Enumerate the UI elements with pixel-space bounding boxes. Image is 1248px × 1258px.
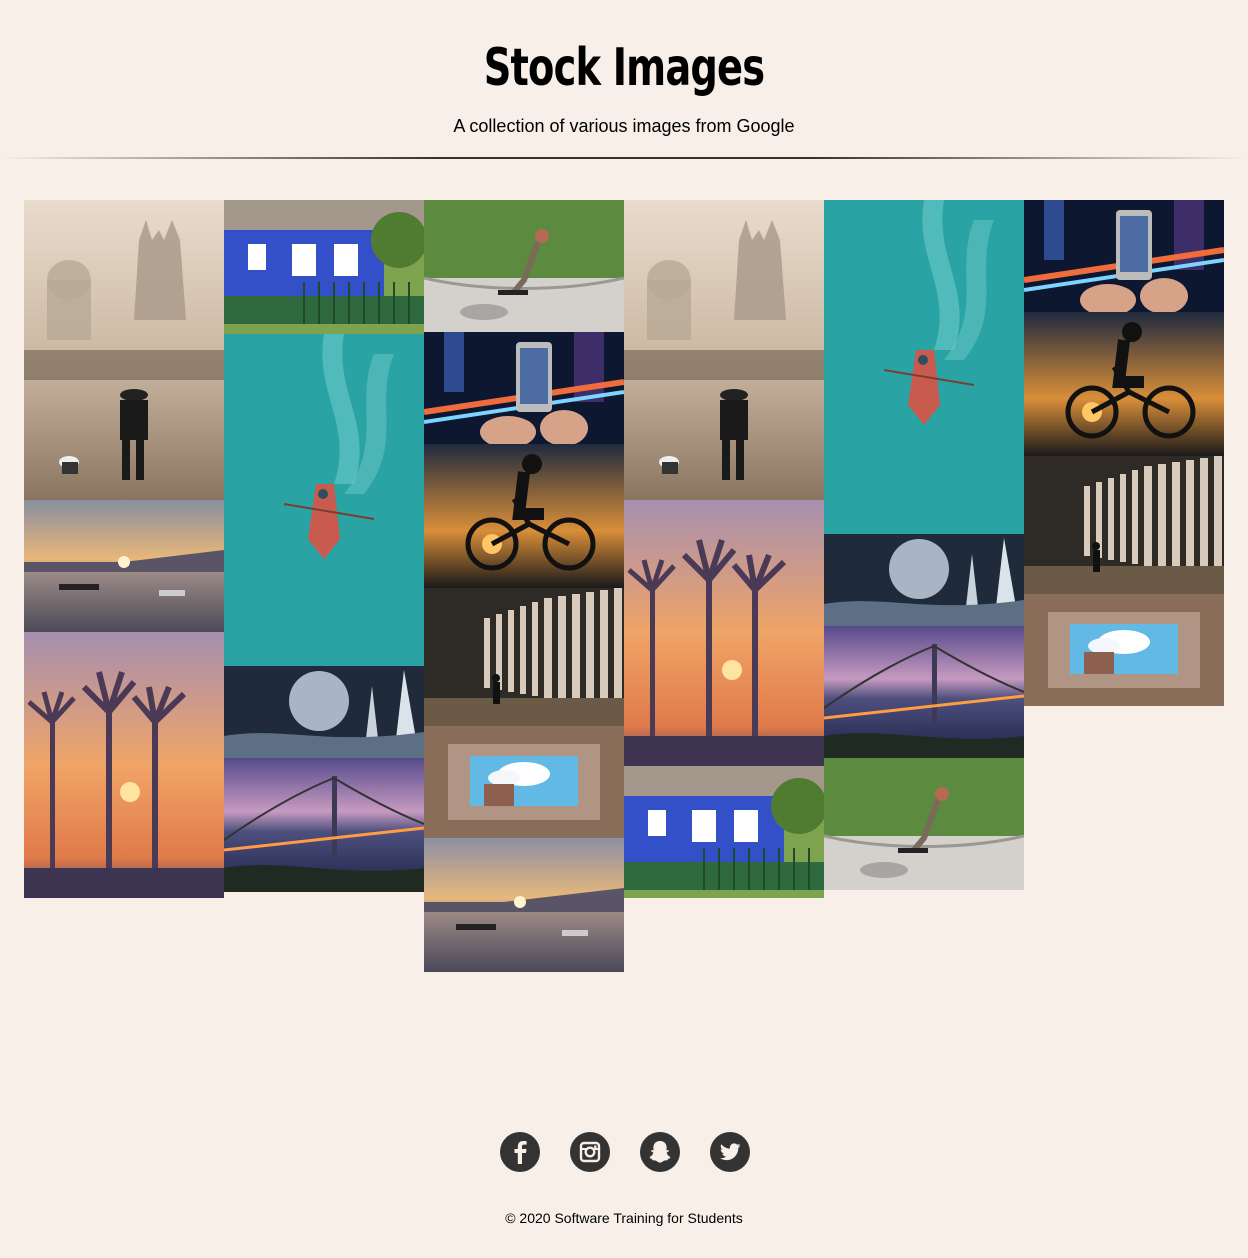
image-gallery [24, 200, 1224, 980]
moon-over-frozen-spires-photo[interactable] [824, 534, 1024, 626]
twitter-icon[interactable] [710, 1132, 750, 1172]
person-in-lit-corridor-photo[interactable] [1024, 456, 1224, 594]
rowboat-in-teal-water-photo[interactable] [824, 200, 1024, 534]
palm-trees-sunset-photo[interactable] [24, 632, 224, 898]
city-street-with-dog-photo[interactable] [624, 200, 824, 500]
skateboarder-in-bowl-photo[interactable] [824, 758, 1024, 890]
cyclist-silhouette-sunset-photo[interactable] [424, 444, 624, 588]
phone-capturing-city-lights-photo[interactable] [424, 332, 624, 444]
suspension-bridge-dusk-photo[interactable] [224, 758, 424, 892]
blue-thatched-cottage-photo[interactable] [624, 766, 824, 898]
site-header: Stock Images A collection of various ima… [0, 0, 1248, 160]
rowboat-in-teal-water-photo[interactable] [224, 334, 424, 666]
cyclist-silhouette-sunset-photo[interactable] [1024, 312, 1224, 456]
moon-over-frozen-spires-photo[interactable] [224, 666, 424, 758]
header-divider [0, 157, 1248, 159]
blue-thatched-cottage-photo[interactable] [224, 200, 424, 334]
page-title: Stock Images [483, 38, 765, 98]
instagram-icon[interactable] [570, 1132, 610, 1172]
palm-trees-sunset-photo[interactable] [624, 500, 824, 766]
suspension-bridge-dusk-photo[interactable] [824, 626, 1024, 758]
city-street-with-dog-photo[interactable] [24, 200, 224, 500]
lake-sunset-boats-photo[interactable] [424, 838, 624, 972]
facebook-icon[interactable] [500, 1132, 540, 1172]
phone-capturing-city-lights-photo[interactable] [1024, 200, 1224, 312]
site-footer: © 2020 Software Training for Students [0, 1120, 1248, 1258]
lake-sunset-boats-photo[interactable] [24, 500, 224, 632]
social-links [500, 1132, 750, 1172]
page-subtitle: A collection of various images from Goog… [453, 116, 795, 136]
skateboarder-in-bowl-photo[interactable] [424, 200, 624, 332]
courtyard-sky-from-below-photo[interactable] [1024, 594, 1224, 706]
person-in-lit-corridor-photo[interactable] [424, 588, 624, 726]
courtyard-sky-from-below-photo[interactable] [424, 726, 624, 838]
snapchat-icon[interactable] [640, 1132, 680, 1172]
copyright-text: © 2020 Software Training for Students [505, 1210, 743, 1226]
